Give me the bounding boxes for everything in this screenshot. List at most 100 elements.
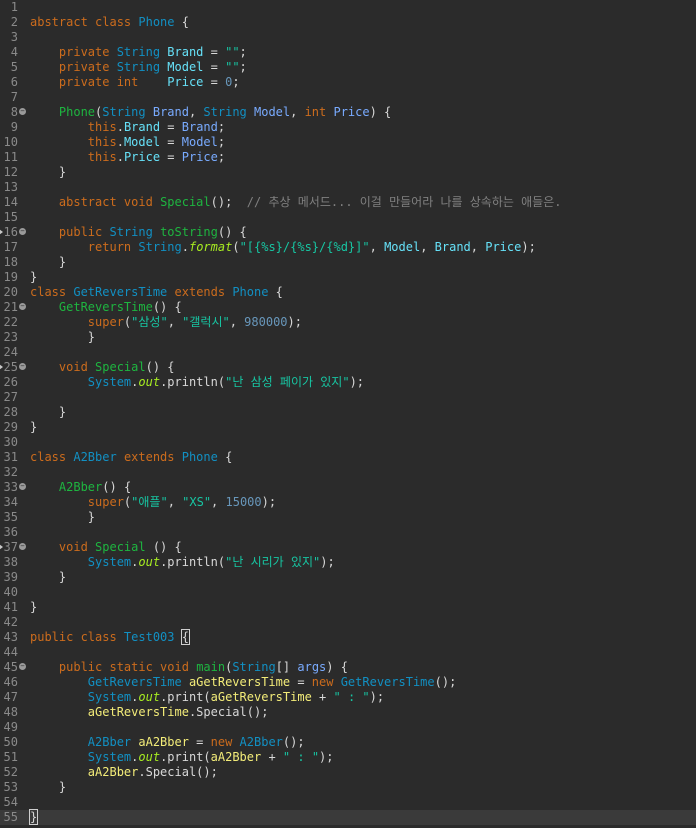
fold-toggle-icon[interactable]: − xyxy=(19,663,26,670)
code-line[interactable]: 19} xyxy=(0,270,696,285)
code-line[interactable]: 47 System.out.print(aGetReversTime + " :… xyxy=(0,690,696,705)
code-text: } xyxy=(30,165,66,180)
code-line[interactable]: 11 this.Price = Price; xyxy=(0,150,696,165)
code-line[interactable]: 1 xyxy=(0,0,696,15)
code-line[interactable]: 30 xyxy=(0,435,696,450)
code-line[interactable]: 23 } xyxy=(0,330,696,345)
code-line[interactable]: 33− A2Bber() { xyxy=(0,480,696,495)
code-token: "" xyxy=(225,60,240,74)
code-line[interactable]: 7 xyxy=(0,90,696,105)
code-line[interactable]: 5 private String Model = ""; xyxy=(0,60,696,75)
code-line[interactable]: 13 xyxy=(0,180,696,195)
code-line[interactable]: 50 A2Bber aA2Bber = new A2Bber(); xyxy=(0,735,696,750)
code-line[interactable]: 25− void Special() { xyxy=(0,360,696,375)
code-token: } xyxy=(30,780,67,794)
code-line[interactable]: 4 private String Brand = ""; xyxy=(0,45,696,60)
code-line[interactable]: 20 class GetReversTime extends Phone { xyxy=(0,285,696,300)
line-number: 46 xyxy=(3,675,18,689)
code-editor[interactable]: 1 2 abstract class Phone {3 4 private Strin… xyxy=(0,0,696,828)
code-token: A2Bber xyxy=(73,450,124,464)
code-line[interactable]: 8− Phone(String Brand, String Model, int… xyxy=(0,105,696,120)
line-number: 29 xyxy=(3,420,18,434)
code-line[interactable]: 52 aA2Bber.Special(); xyxy=(0,765,696,780)
code-line[interactable]: 53 } xyxy=(0,780,696,795)
code-text: public class Test003 { xyxy=(30,629,190,645)
code-line[interactable]: 36 xyxy=(0,525,696,540)
code-token: .println( xyxy=(160,375,226,389)
code-token: Model xyxy=(167,60,204,74)
code-line[interactable]: 31 class A2Bber extends Phone { xyxy=(0,450,696,465)
fold-toggle-icon[interactable]: − xyxy=(19,543,26,550)
code-line[interactable]: 15 xyxy=(0,210,696,225)
code-line[interactable]: 44 xyxy=(0,645,696,660)
code-line[interactable]: 40 xyxy=(0,585,696,600)
code-line[interactable]: 27 xyxy=(0,390,696,405)
code-token: () { xyxy=(152,300,182,314)
code-line[interactable]: 55} xyxy=(0,809,696,825)
code-line[interactable]: 9 this.Brand = Brand; xyxy=(0,120,696,135)
code-line[interactable]: 34 super("애플", "XS", 15000); xyxy=(0,495,696,510)
code-line[interactable]: 38 System.out.println("난 시리가 있지"); xyxy=(0,555,696,570)
code-line[interactable]: 41} xyxy=(0,600,696,615)
code-token: abstract class xyxy=(30,15,139,29)
code-token: String xyxy=(109,225,161,239)
code-token: .print( xyxy=(160,750,211,764)
line-number: 27 xyxy=(3,390,18,404)
code-token: Special xyxy=(95,360,146,374)
code-line[interactable]: 24 xyxy=(0,345,696,360)
code-line[interactable]: 21− GetReversTime() { xyxy=(0,300,696,315)
code-line[interactable]: 42 xyxy=(0,615,696,630)
code-line[interactable]: 17 return String.format("[{%s}/{%s}/{%d}… xyxy=(0,240,696,255)
code-line[interactable]: 37− void Special () { xyxy=(0,540,696,555)
code-line[interactable]: 51 System.out.print(aA2Bber + " : "); xyxy=(0,750,696,765)
code-token: { xyxy=(180,629,190,645)
code-token: ); xyxy=(261,495,277,509)
code-line[interactable]: 32 xyxy=(0,465,696,480)
fold-toggle-icon[interactable]: − xyxy=(19,483,26,490)
code-token: ); xyxy=(319,750,334,764)
code-token: ; xyxy=(232,75,240,89)
code-line[interactable]: 14 abstract void Special(); // 추상 메서드...… xyxy=(0,195,696,210)
code-line[interactable]: 46 GetReversTime aGetReversTime = new Ge… xyxy=(0,675,696,690)
code-line[interactable]: 2 abstract class Phone { xyxy=(0,15,696,30)
code-line[interactable]: 26 System.out.println("난 삼성 페이가 있지"); xyxy=(0,375,696,390)
line-number: 44 xyxy=(3,645,18,659)
code-line[interactable]: 16− public String toString() { xyxy=(0,225,696,240)
code-text: Phone(String Brand, String Model, int Pr… xyxy=(30,105,391,120)
code-token: super xyxy=(87,495,124,509)
code-line[interactable]: 12 } xyxy=(0,165,696,180)
code-text: abstract class Phone { xyxy=(30,15,189,30)
code-line[interactable]: 6 private int Price = 0; xyxy=(0,75,696,90)
code-line[interactable]: 28 } xyxy=(0,405,696,420)
code-line[interactable]: 48 aGetReversTime.Special(); xyxy=(0,705,696,720)
fold-toggle-icon[interactable]: − xyxy=(19,303,26,310)
code-line[interactable]: 10 this.Model = Model; xyxy=(0,135,696,150)
code-token: A2Bber xyxy=(87,735,139,749)
code-token: "난 시리가 있지" xyxy=(225,555,321,569)
code-line[interactable]: 18 } xyxy=(0,255,696,270)
code-line[interactable]: 45− public static void main(String[] arg… xyxy=(0,660,696,675)
code-text: void Special() { xyxy=(30,360,175,375)
code-text: class A2Bber extends Phone { xyxy=(30,450,232,465)
code-line[interactable]: 39 } xyxy=(0,570,696,585)
code-line[interactable]: 43 public class Test003 { xyxy=(0,629,696,645)
code-line[interactable]: 35 } xyxy=(0,510,696,525)
code-token: Brand xyxy=(434,240,471,254)
code-token: GetReversTime xyxy=(73,285,175,299)
fold-toggle-icon[interactable]: − xyxy=(19,108,26,115)
line-number: 7 xyxy=(10,90,18,104)
code-line[interactable]: 29} xyxy=(0,420,696,435)
code-line[interactable]: 49 xyxy=(0,720,696,735)
code-line[interactable]: 54 xyxy=(0,795,696,810)
code-token: ) { xyxy=(326,660,348,674)
line-number: 47 xyxy=(3,690,18,704)
fold-toggle-icon[interactable]: − xyxy=(19,228,26,235)
code-line[interactable]: 3 xyxy=(0,30,696,45)
fold-toggle-icon[interactable]: − xyxy=(19,363,26,370)
code-token: private xyxy=(58,45,117,59)
code-text: } xyxy=(30,570,66,585)
code-line[interactable]: 22 super("삼성", "갤럭시", 980000); xyxy=(0,315,696,330)
